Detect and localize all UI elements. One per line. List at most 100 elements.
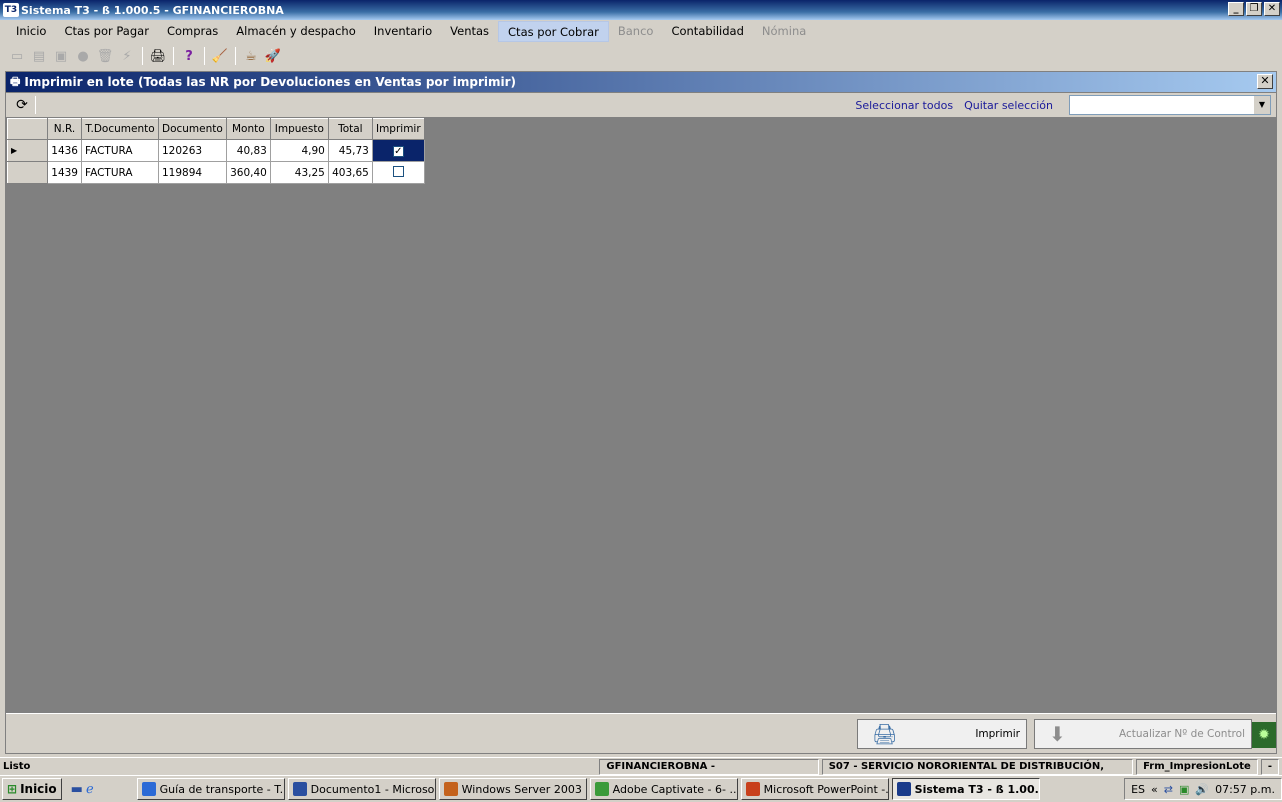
menu-inventario[interactable]: Inventario bbox=[365, 21, 441, 42]
row-selector[interactable] bbox=[7, 161, 48, 184]
cell-tipo[interactable]: FACTURA bbox=[81, 139, 159, 162]
help-icon[interactable]: ? bbox=[180, 47, 198, 65]
column-header[interactable]: Imprimir bbox=[371, 118, 425, 140]
close-button[interactable]: ✕ bbox=[1264, 2, 1280, 16]
row-selector[interactable]: ▶ bbox=[7, 139, 48, 162]
column-header[interactable]: Monto bbox=[225, 118, 271, 140]
app-titlebar: T3 Sistema T3 - ß 1.000.5 - GFINANCIEROB… bbox=[0, 0, 1282, 20]
print-checkbox[interactable] bbox=[392, 165, 404, 177]
app-icon bbox=[141, 782, 156, 796]
grid-header-row: N.R. T.Documento Documento Monto Impuesto Tot… bbox=[7, 118, 425, 140]
menu-ctas-por-pagar[interactable]: Ctas por Pagar bbox=[55, 21, 158, 42]
status-text: Listo bbox=[3, 761, 31, 772]
taskbar-task-label: Microsoft PowerPoint -... bbox=[763, 782, 889, 796]
printer-doc-icon: 🖶 bbox=[10, 74, 21, 88]
cell-impuesto[interactable]: 43,25 bbox=[269, 161, 329, 184]
batch-print-window: 🖶 Imprimir en lote (Todas las NR por Dev… bbox=[5, 71, 1277, 754]
menu-ventas[interactable]: Ventas bbox=[441, 21, 498, 42]
chevron-down-icon[interactable]: ▼ bbox=[1254, 96, 1270, 114]
start-label: Inicio bbox=[20, 782, 57, 796]
tray-expand-icon[interactable]: « bbox=[1151, 783, 1158, 796]
bug-icon[interactable]: ✹ bbox=[1252, 722, 1276, 748]
system-tray: ES « ⇄ ▣ 🔊 07:57 p.m. bbox=[1124, 778, 1282, 800]
taskbar-task[interactable]: Adobe Captivate - 6- ... bbox=[589, 778, 738, 800]
menu-inicio[interactable]: Inicio bbox=[7, 21, 55, 42]
child-titlebar: 🖶 Imprimir en lote (Todas las NR por Dev… bbox=[6, 72, 1276, 92]
app-icon bbox=[443, 782, 458, 796]
network-icon[interactable]: ⇄ bbox=[1164, 783, 1173, 796]
main-toolbar: ▭ ▤ ▣ ● 🗑 ⚡ 🖨 ? 🧹 ☕ 🚀 bbox=[0, 44, 1282, 68]
print-button-label: Imprimir bbox=[975, 728, 1020, 740]
toolbar-separator bbox=[142, 47, 143, 65]
app-icon bbox=[896, 782, 911, 796]
select-all-link[interactable]: Seleccionar todos bbox=[855, 99, 953, 112]
coffee-icon[interactable]: ☕ bbox=[242, 47, 260, 65]
child-toolbar: ⟳ Seleccionar todos Quitar selección ▼ bbox=[6, 93, 1276, 117]
app-logo-icon: T3 bbox=[3, 3, 19, 17]
menu-almac-n-y-despacho[interactable]: Almacén y despacho bbox=[227, 21, 364, 42]
volume-icon[interactable]: 🔊 bbox=[1195, 783, 1209, 796]
cell-nr[interactable]: 1439 bbox=[47, 161, 82, 184]
taskbar-task[interactable]: Microsoft PowerPoint -... bbox=[740, 778, 889, 800]
column-header[interactable]: Total bbox=[327, 118, 373, 140]
filter-combobox[interactable]: ▼ bbox=[1069, 95, 1271, 115]
cell-tipo[interactable]: FACTURA bbox=[81, 161, 159, 184]
menu-contabilidad[interactable]: Contabilidad bbox=[662, 21, 752, 42]
cell-documento[interactable]: 119894 bbox=[158, 161, 227, 184]
taskbar-task-label: Documento1 - Microso... bbox=[310, 782, 436, 796]
safely-remove-icon[interactable]: ▣ bbox=[1179, 783, 1189, 796]
table-row[interactable]: ▶ 1436 FACTURA 120263 40,83 4,90 45,73 ✓ bbox=[7, 139, 425, 162]
update-control-button[interactable]: ⬇ Actualizar Nº de Control bbox=[1034, 719, 1252, 749]
print-checkbox[interactable]: ✓ bbox=[392, 145, 404, 157]
cell-imprimir: ✓ bbox=[371, 139, 425, 162]
clock: 07:57 p.m. bbox=[1215, 782, 1275, 796]
status-form: Frm_ImpresionLote bbox=[1136, 758, 1258, 775]
record-icon[interactable]: ● bbox=[74, 47, 92, 65]
taskbar-task-label: Adobe Captivate - 6- ... bbox=[612, 782, 738, 796]
column-header[interactable]: Documento bbox=[158, 118, 227, 140]
rocket-icon[interactable]: 🚀 bbox=[264, 47, 282, 65]
cell-monto[interactable]: 40,83 bbox=[225, 139, 271, 162]
menu-compras[interactable]: Compras bbox=[158, 21, 227, 42]
internet-explorer-icon[interactable]: ℯ bbox=[86, 782, 94, 797]
app-icon bbox=[745, 782, 760, 796]
open-doc-icon[interactable]: ▤ bbox=[30, 47, 48, 65]
minimize-button[interactable]: _ bbox=[1228, 2, 1244, 16]
cell-documento[interactable]: 120263 bbox=[158, 139, 227, 162]
delete-icon[interactable]: 🗑 bbox=[96, 47, 114, 65]
menu-ctas-por-cobrar[interactable]: Ctas por Cobrar bbox=[498, 21, 609, 42]
menu-n-mina: Nómina bbox=[761, 24, 807, 38]
action-panel: 🖨 Imprimir ⬇ Actualizar Nº de Control ✹ bbox=[6, 713, 1276, 753]
child-window-title: Imprimir en lote (Todas las NR por Devol… bbox=[24, 75, 517, 89]
cell-nr[interactable]: 1436 bbox=[47, 139, 82, 162]
table-row[interactable]: 1439 FACTURA 119894 360,40 43,25 403,65 bbox=[7, 161, 425, 184]
child-close-button[interactable]: ✕ bbox=[1257, 74, 1273, 89]
update-control-label: Actualizar Nº de Control bbox=[1119, 728, 1245, 740]
language-indicator[interactable]: ES bbox=[1131, 783, 1145, 796]
taskbar-task[interactable]: Windows Server 2003 ... bbox=[438, 778, 587, 800]
batch-grid: N.R. T.Documento Documento Monto Impuesto Tot… bbox=[7, 118, 425, 184]
start-button[interactable]: ⊞ Inicio bbox=[2, 778, 62, 800]
column-header[interactable]: T.Documento bbox=[81, 118, 159, 140]
cell-monto[interactable]: 360,40 bbox=[225, 161, 271, 184]
column-header[interactable]: N.R. bbox=[47, 118, 82, 140]
cell-total[interactable]: 403,65 bbox=[327, 161, 373, 184]
print-icon[interactable]: 🖨 bbox=[149, 47, 167, 65]
restore-button[interactable]: ❐ bbox=[1246, 2, 1262, 16]
cell-total[interactable]: 45,73 bbox=[327, 139, 373, 162]
lightning-icon[interactable]: ⚡ bbox=[118, 47, 136, 65]
show-desktop-icon[interactable]: ▬ bbox=[71, 782, 83, 797]
cell-impuesto[interactable]: 4,90 bbox=[269, 139, 329, 162]
save-icon[interactable]: ▣ bbox=[52, 47, 70, 65]
refresh-icon[interactable]: ⟳ bbox=[11, 95, 33, 115]
taskbar-task-label: Guía de transporte - T... bbox=[159, 782, 285, 796]
taskbar-task[interactable]: Sistema T3 - ß 1.00... bbox=[891, 778, 1040, 800]
new-doc-icon[interactable]: ▭ bbox=[8, 47, 26, 65]
column-header[interactable]: Impuesto bbox=[269, 118, 329, 140]
taskbar-task[interactable]: Documento1 - Microso... bbox=[287, 778, 436, 800]
toolbar-separator bbox=[235, 47, 236, 65]
clear-selection-link[interactable]: Quitar selección bbox=[964, 99, 1053, 112]
broom-icon[interactable]: 🧹 bbox=[211, 47, 229, 65]
taskbar-task[interactable]: Guía de transporte - T... bbox=[136, 778, 285, 800]
print-button[interactable]: 🖨 Imprimir bbox=[857, 719, 1027, 749]
